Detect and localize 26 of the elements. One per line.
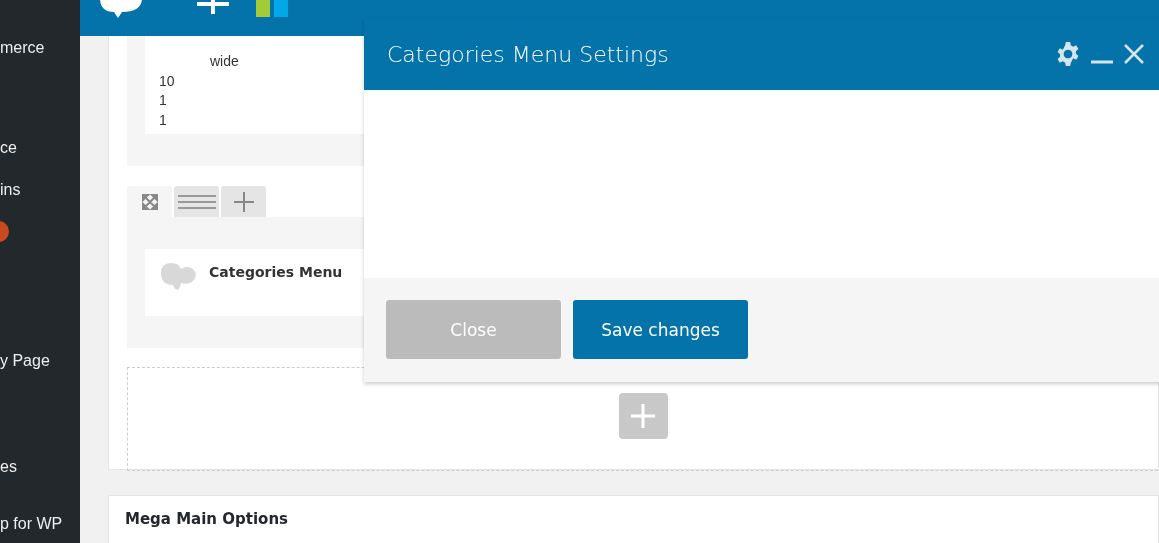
expand-tab[interactable]: [127, 186, 172, 217]
sidebar-item[interactable]: ins: [0, 181, 21, 199]
settings-icon[interactable]: [1055, 41, 1081, 67]
sidebar-item[interactable]: merce: [0, 39, 45, 57]
speech-bubble-icon[interactable]: [98, 0, 144, 18]
bar-logo-icon[interactable]: [256, 0, 290, 17]
setting-value: 10: [159, 71, 175, 91]
sidebar-item[interactable]: y Page: [0, 352, 50, 370]
setting-value: 1: [159, 110, 167, 130]
lines-tab[interactable]: [174, 186, 219, 217]
sidebar-item[interactable]: es: [0, 458, 17, 476]
menu-icon: [177, 193, 216, 210]
plus-icon[interactable]: [197, 0, 229, 14]
dialog-title: Categories Menu Settings: [387, 41, 669, 67]
plus-icon: [631, 404, 655, 428]
widget-title: Categories Menu: [209, 264, 343, 280]
plus-icon: [233, 191, 254, 212]
setting-value: 1: [159, 91, 167, 110]
plus-tab[interactable]: [221, 186, 266, 217]
panel-title: Mega Main Options: [125, 510, 288, 528]
sidebar-item[interactable]: p for WP: [0, 515, 63, 533]
setting-value: wide: [210, 52, 239, 71]
sidebar-item[interactable]: ce: [0, 139, 17, 157]
save-button[interactable]: Save changes: [573, 300, 748, 359]
close-icon[interactable]: [1123, 43, 1145, 65]
expand-icon: [141, 193, 158, 210]
